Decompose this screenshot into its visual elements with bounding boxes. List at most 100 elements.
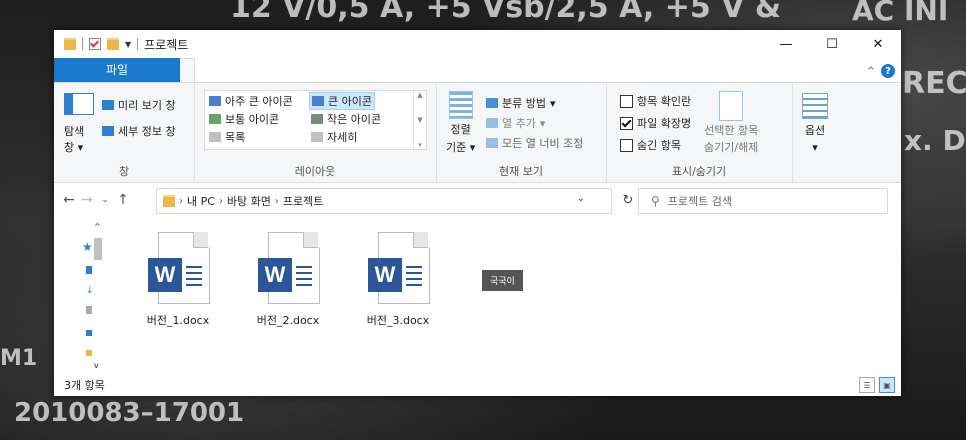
large-icons-icon bbox=[312, 96, 324, 106]
navigation-pane-text: 탐색 bbox=[64, 125, 85, 138]
minimize-button[interactable]: — bbox=[763, 30, 809, 58]
forward-arrow-icon[interactable]: → bbox=[78, 192, 96, 208]
collapse-ribbon-icon[interactable]: ^ bbox=[867, 66, 875, 77]
scroll-up-icon[interactable]: ▲ bbox=[417, 91, 422, 99]
scroll-up-icon[interactable]: ^ bbox=[94, 222, 101, 231]
hidden-items-label: 숨긴 항목 bbox=[637, 139, 681, 152]
navigation-pane-button[interactable] bbox=[64, 93, 94, 115]
scroll-down-icon[interactable]: v bbox=[94, 361, 99, 370]
layout-small-icons[interactable]: 작은 아이콘 bbox=[309, 111, 383, 127]
group-by-button[interactable]: 분류 방법 ▾ bbox=[486, 95, 556, 111]
file-item[interactable]: W 버전_1.docx bbox=[128, 226, 228, 328]
preview-pane-icon bbox=[102, 100, 114, 110]
size-columns-icon bbox=[486, 138, 498, 148]
layout-group: 아주 큰 아이콘 큰 아이콘 보통 아이콘 작은 아이콘 목록 자세히 ▲ ▼ … bbox=[194, 83, 437, 182]
hide-selected-button[interactable]: 선택한 항목 숨기기/해제 bbox=[704, 91, 758, 155]
folder-icon bbox=[163, 195, 175, 207]
layout-details[interactable]: 자세히 bbox=[309, 129, 359, 145]
expand-gallery-icon[interactable]: ▾ bbox=[418, 141, 422, 149]
details-view-icon[interactable]: ☰ bbox=[859, 377, 875, 393]
group-by-icon bbox=[486, 98, 498, 108]
navigation-pane-scrollbar[interactable]: ^ v bbox=[92, 222, 104, 370]
address-bar[interactable]: › 내 PC › 바탕 화면 › 프로젝트 ⌄ bbox=[156, 188, 612, 214]
address-history-chevron-icon[interactable]: ⌄ bbox=[577, 193, 585, 204]
breadcrumb-this-pc[interactable]: 내 PC bbox=[187, 193, 215, 209]
scroll-down-icon[interactable]: ▼ bbox=[417, 116, 422, 124]
sort-by-label-2-text: 기준 bbox=[446, 141, 467, 154]
breadcrumb-separator-icon[interactable]: › bbox=[179, 196, 183, 207]
ribbon: 탐색 창 ▾ 미리 보기 창 세부 정보 창 창 아주 큰 아이콘 큰 아이콘 … bbox=[54, 82, 901, 183]
file-name[interactable]: 버전_2.docx bbox=[238, 312, 338, 328]
file-extensions-checkbox[interactable] bbox=[620, 116, 633, 130]
file-explorer-window: ▼ 프로젝트 — ☐ ✕ 파일 홈 공유 보기 ^ ? 탐색 창 ▾ bbox=[54, 30, 901, 396]
file-extensions-toggle[interactable]: 파일 확장명 bbox=[620, 115, 691, 131]
options-label: 옵션 bbox=[804, 124, 826, 137]
word-logo: W bbox=[148, 258, 182, 292]
page-fold bbox=[193, 232, 208, 248]
file-list: W 버전_1.docx W 버전_2.docx W 버전_3.docx 국국이 bbox=[124, 226, 901, 376]
recent-locations-chevron-icon[interactable]: ⌄ bbox=[96, 195, 114, 205]
background-text-top: 12 V/0,5 A, +5 Vsb/2,5 A, +5 V & bbox=[230, 0, 782, 25]
close-button[interactable]: ✕ bbox=[855, 30, 901, 58]
panes-group-label: 창 bbox=[118, 165, 130, 178]
preview-pane-button[interactable]: 미리 보기 창 bbox=[102, 97, 176, 113]
item-checkboxes-checkbox[interactable] bbox=[620, 94, 633, 108]
help-icon[interactable]: ? bbox=[881, 64, 895, 78]
add-columns-button[interactable]: 열 추가 ▾ bbox=[486, 115, 545, 131]
up-arrow-icon[interactable]: ↑ bbox=[114, 192, 132, 208]
maximize-button[interactable]: ☐ bbox=[809, 30, 855, 58]
tab-file[interactable]: 파일 bbox=[54, 58, 180, 82]
ribbon-tabs: 파일 홈 공유 보기 ^ ? bbox=[54, 58, 901, 82]
back-arrow-icon[interactable]: ← bbox=[60, 192, 78, 208]
view-toggle: ☰ ▣ bbox=[859, 377, 895, 393]
breadcrumb-separator-icon[interactable]: › bbox=[219, 196, 223, 207]
item-checkboxes-toggle[interactable]: 항목 확인란 bbox=[620, 93, 691, 109]
layout-item-label: 작은 아이콘 bbox=[327, 113, 382, 126]
word-doc-icon: W bbox=[148, 232, 210, 304]
size-columns-label: 모든 열 너비 조정 bbox=[502, 137, 584, 150]
search-icon: ⚲ bbox=[651, 194, 660, 208]
small-icons-icon bbox=[311, 114, 323, 124]
file-item[interactable]: W 버전_3.docx bbox=[348, 226, 448, 328]
file-item[interactable]: W 버전_2.docx bbox=[238, 226, 338, 328]
hidden-items-checkbox[interactable] bbox=[620, 138, 633, 152]
customize-toolbar-dropdown-icon[interactable]: ▼ bbox=[125, 40, 131, 49]
add-columns-label: 열 추가 bbox=[502, 117, 536, 130]
file-name[interactable]: 버전_1.docx bbox=[128, 312, 228, 328]
show-hide-group: 항목 확인란 파일 확장명 숨긴 항목 선택한 항목 숨기기/해제 표시/숨기기 bbox=[606, 83, 793, 182]
size-columns-button[interactable]: 모든 열 너비 조정 bbox=[486, 135, 583, 151]
background-text-right-mid: REC bbox=[902, 66, 966, 101]
breadcrumb-project[interactable]: 프로젝트 bbox=[283, 193, 323, 209]
hide-selected-icon bbox=[719, 91, 744, 121]
document-lines bbox=[186, 266, 202, 290]
navigation-pane-text-2-label: 창 bbox=[64, 141, 75, 154]
breadcrumb-separator-icon[interactable]: › bbox=[275, 196, 279, 207]
new-folder-icon[interactable] bbox=[107, 38, 119, 50]
navigation-pane-label[interactable]: 탐색 창 ▾ bbox=[64, 123, 84, 155]
layout-list[interactable]: 목록 bbox=[207, 129, 247, 145]
sort-by-label-2: 기준 ▾ bbox=[446, 141, 476, 154]
background-text-left: M1 bbox=[0, 346, 38, 371]
hidden-items-toggle[interactable]: 숨긴 항목 bbox=[620, 137, 681, 153]
layout-item-label: 아주 큰 아이콘 bbox=[225, 95, 293, 108]
properties-icon[interactable] bbox=[89, 38, 101, 50]
details-pane-button[interactable]: 세부 정보 창 bbox=[102, 123, 176, 139]
large-icons-view-icon[interactable]: ▣ bbox=[879, 377, 895, 393]
navigation-pane-text-2: 창 ▾ bbox=[64, 141, 84, 154]
breadcrumb-desktop[interactable]: 바탕 화면 bbox=[227, 193, 271, 209]
page-fold bbox=[303, 232, 318, 248]
options-button[interactable]: 옵션 ▾ bbox=[802, 93, 828, 154]
sort-by-button[interactable]: 정렬 기준 ▾ bbox=[446, 91, 475, 155]
layout-large-icons[interactable]: 큰 아이콘 bbox=[309, 92, 375, 110]
layout-medium-icons[interactable]: 보통 아이콘 bbox=[207, 111, 281, 127]
background-text-right-low: x. D bbox=[904, 124, 966, 157]
file-name[interactable]: 버전_3.docx bbox=[348, 312, 448, 328]
chevron-down-icon: ▾ bbox=[549, 96, 556, 110]
refresh-icon[interactable]: ↻ bbox=[616, 188, 640, 212]
layout-gallery-scroll[interactable]: ▲ ▼ ▾ bbox=[413, 91, 426, 149]
preview-pane-label: 미리 보기 창 bbox=[118, 99, 176, 112]
scrollbar-thumb[interactable] bbox=[94, 238, 102, 260]
layout-extra-large-icons[interactable]: 아주 큰 아이콘 bbox=[207, 93, 295, 109]
search-box[interactable]: ⚲ 프로젝트 검색 bbox=[638, 188, 888, 214]
file-extensions-label: 파일 확장명 bbox=[637, 117, 692, 130]
